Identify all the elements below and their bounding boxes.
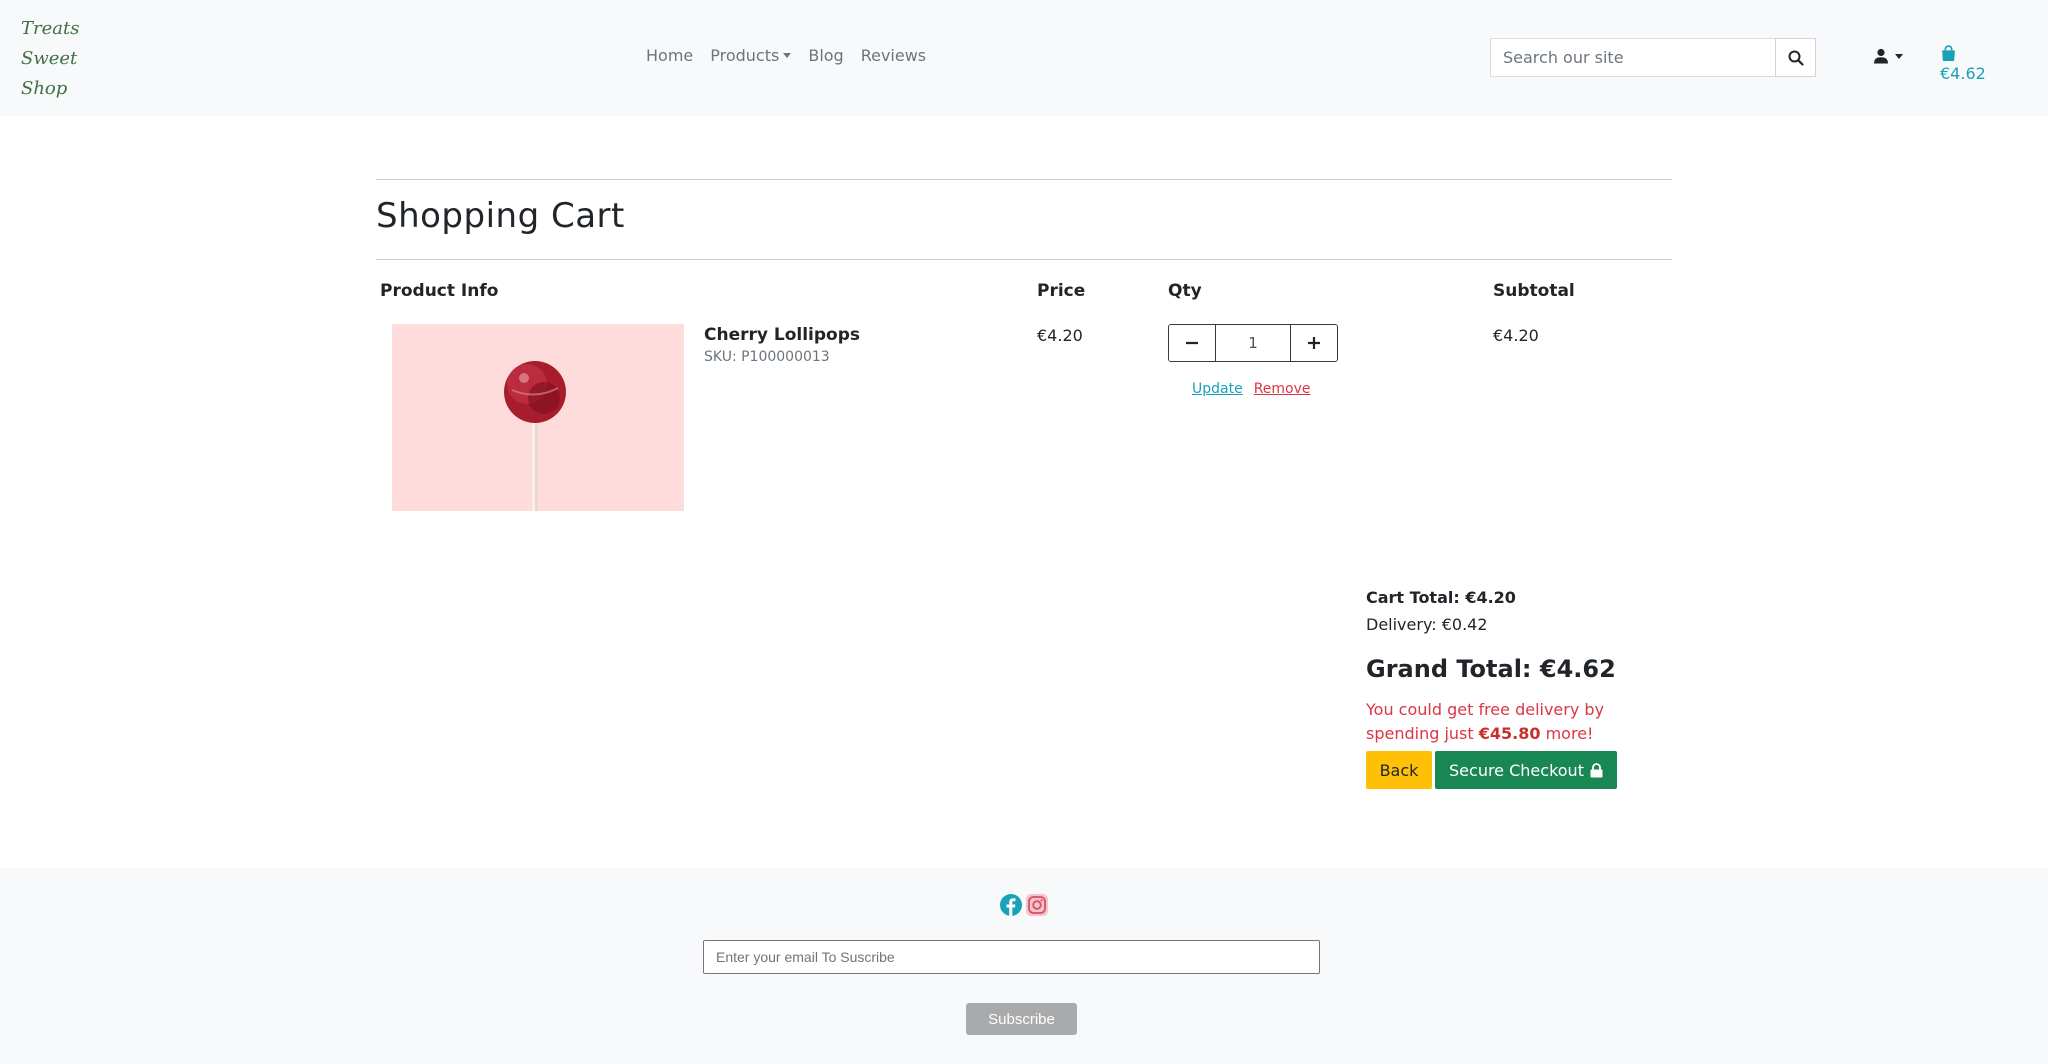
nav-reviews[interactable]: Reviews [861,46,926,65]
nav-products[interactable]: Products [710,46,792,65]
lollipop-image [392,324,684,511]
brand-line-1: Treats [21,18,80,39]
site-header: Treats Sweet Shop Home Products Blog Rev… [0,0,2048,116]
subscribe-button[interactable]: Subscribe [966,1003,1077,1035]
checkout-button-label: Secure Checkout [1449,760,1584,780]
lock-icon [1590,762,1603,777]
minus-icon [1186,341,1198,345]
chevron-down-icon [783,53,792,58]
instagram-link[interactable] [1026,894,1048,916]
secure-checkout-button[interactable]: Secure Checkout [1435,751,1617,789]
free-delivery-message: You could get free delivery by spending … [1366,698,1636,746]
bag-total: €4.62 [1940,64,1986,83]
column-header-qty: Qty [1168,281,1202,301]
main-nav: Home Products Blog Reviews [646,46,926,65]
quantity-actions: Update Remove [1192,381,1311,397]
shopping-bag[interactable]: €4.62 [1940,45,1986,83]
site-search [1490,38,1816,77]
remove-link[interactable]: Remove [1254,381,1311,397]
column-header-price: Price [1037,281,1086,301]
product-name[interactable]: Cherry Lollipops [704,325,860,345]
social-links [1000,894,1048,916]
column-header-subtotal: Subtotal [1493,281,1575,301]
product-subtotal: €4.20 [1493,326,1539,345]
cart-total: Cart Total: €4.20 [1366,588,1516,607]
user-icon [1874,48,1888,64]
product-sku: SKU: P100000013 [704,349,830,365]
search-input[interactable] [1490,38,1775,77]
divider [376,259,1672,260]
free-delivery-suffix: more! [1540,724,1594,743]
divider [376,179,1672,180]
search-icon [1788,50,1804,66]
column-header-product-info: Product Info [380,281,499,301]
facebook-icon [1000,894,1022,916]
brand-logo[interactable]: Treats Sweet Shop [21,14,79,104]
quantity-stepper [1168,324,1338,362]
quantity-input[interactable] [1216,325,1290,361]
newsletter-email-input[interactable] [703,940,1320,974]
nav-blog[interactable]: Blog [808,46,843,65]
plus-icon [1308,337,1320,349]
search-button[interactable] [1775,38,1816,77]
cart-totals: Cart Total: €4.20 Delivery: €0.42 Grand … [1366,588,1616,683]
back-button[interactable]: Back [1366,751,1432,789]
brand-line-2: Sweet [21,48,78,69]
back-button-label: Back [1379,760,1419,780]
instagram-icon [1026,894,1048,916]
increment-button[interactable] [1290,325,1337,361]
nav-products-label: Products [710,46,780,65]
brand-line-3: Shop [21,78,68,99]
product-image[interactable] [392,324,684,511]
chevron-down-icon [1895,53,1903,59]
page-title: Shopping Cart [376,196,625,236]
shopping-bag-icon [1942,45,1955,61]
nav-home[interactable]: Home [646,46,693,65]
facebook-link[interactable] [1000,894,1022,916]
account-menu[interactable] [1873,48,1903,64]
product-price: €4.20 [1037,326,1083,345]
update-link[interactable]: Update [1192,381,1243,397]
decrement-button[interactable] [1169,325,1216,361]
delivery-cost: Delivery: €0.42 [1366,615,1488,634]
subscribe-button-label: Subscribe [988,1010,1055,1028]
free-delivery-amount: €45.80 [1478,724,1541,743]
grand-total: Grand Total: €4.62 [1366,655,1616,683]
